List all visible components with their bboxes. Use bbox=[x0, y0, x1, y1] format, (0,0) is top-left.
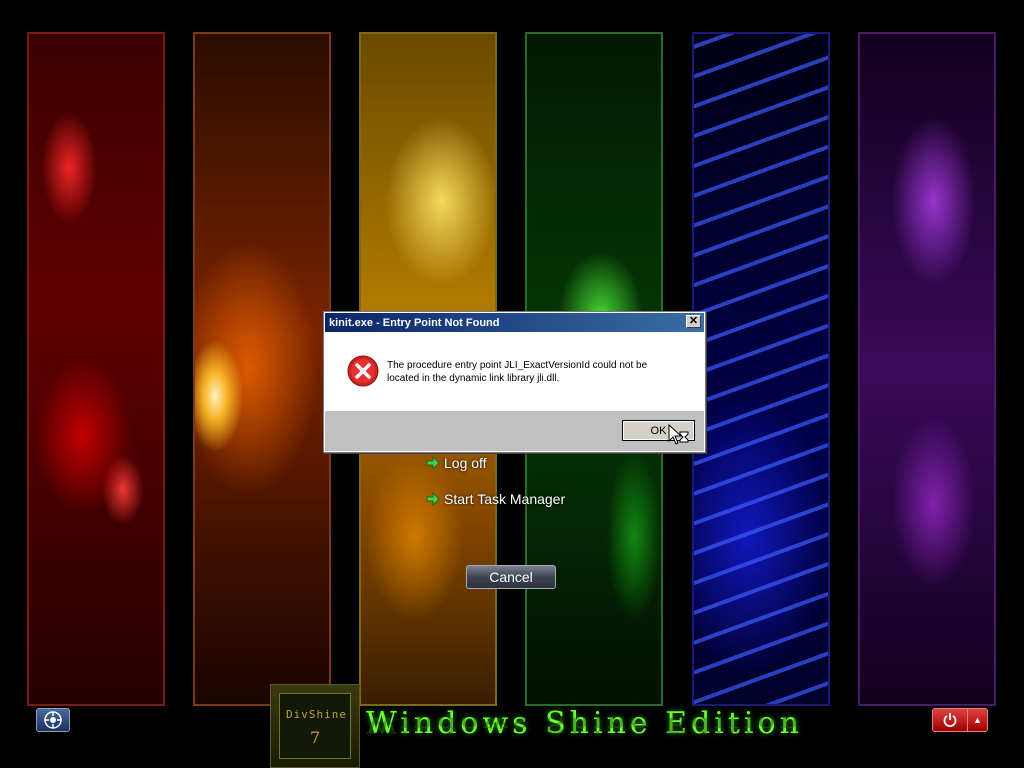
shutdown-button[interactable] bbox=[932, 708, 968, 732]
wallpaper-panel-orange bbox=[193, 32, 331, 706]
divshine-logo: DivShine 7 bbox=[270, 684, 360, 768]
power-icon bbox=[943, 713, 957, 727]
ease-of-access-button[interactable] bbox=[36, 708, 70, 732]
task-manager-option[interactable]: Start Task Manager bbox=[426, 491, 565, 507]
ease-of-access-icon bbox=[44, 711, 62, 729]
log-off-label: Log off bbox=[444, 455, 487, 471]
logo-frame: DivShine 7 bbox=[279, 693, 351, 759]
task-manager-label: Start Task Manager bbox=[444, 491, 566, 507]
dialog-message-area: The procedure entry point JLI_ExactVersi… bbox=[324, 333, 705, 411]
dialog-button-area: OK bbox=[325, 411, 704, 451]
close-button[interactable]: ✕ bbox=[686, 315, 701, 328]
logo-text: DivShine bbox=[286, 708, 347, 721]
message-line-2: located in the dynamic link library jli.… bbox=[387, 373, 560, 384]
wallpaper-panel-purple bbox=[858, 32, 996, 706]
error-dialog: kinit.exe - Entry Point Not Found ✕ The … bbox=[323, 311, 706, 453]
arrow-right-icon bbox=[426, 492, 440, 506]
cancel-button[interactable]: Cancel bbox=[466, 565, 556, 589]
shutdown-options-button[interactable]: ▲ bbox=[968, 708, 988, 732]
dialog-message: The procedure entry point JLI_ExactVersi… bbox=[387, 359, 687, 385]
brand-title-reflection: Windows Shine Edition bbox=[366, 717, 803, 737]
wallpaper-panel-red bbox=[27, 32, 165, 706]
error-icon bbox=[347, 355, 379, 387]
dialog-titlebar[interactable]: kinit.exe - Entry Point Not Found ✕ bbox=[325, 313, 704, 332]
logo-number: 7 bbox=[310, 728, 321, 747]
arrow-right-icon bbox=[426, 456, 440, 470]
busy-cursor-icon bbox=[668, 424, 689, 445]
wallpaper-panel-blue bbox=[692, 32, 830, 706]
dialog-title: kinit.exe - Entry Point Not Found bbox=[329, 316, 500, 329]
log-off-option[interactable]: Log off bbox=[426, 455, 487, 471]
message-line-1: The procedure entry point JLI_ExactVersi… bbox=[387, 360, 648, 371]
power-controls: ▲ bbox=[932, 708, 988, 732]
